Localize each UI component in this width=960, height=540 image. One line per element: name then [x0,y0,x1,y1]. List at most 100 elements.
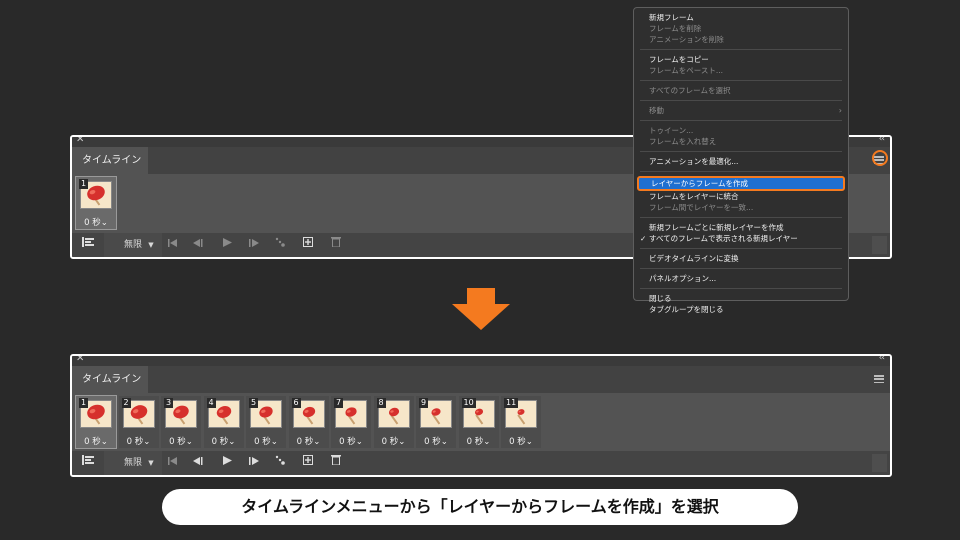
animation-frame[interactable]: 5 0 秒⌄ [246,396,286,448]
menu-item-new-frame[interactable]: 新規フレーム [634,12,848,23]
menu-item-delete-animation[interactable]: アニメーションを削除 [634,34,848,45]
frame-duration-label: 0 秒 [126,437,144,447]
close-icon[interactable]: ✕ [76,356,84,364]
menu-separator [640,49,842,50]
first-frame-icon[interactable] [165,451,181,475]
panel-menu-icon[interactable] [874,375,884,383]
frame-number: 10 [461,398,476,408]
play-icon[interactable] [219,451,235,475]
menu-item-match-layer-across-frames[interactable]: フレーム間でレイヤーを一致... [634,202,848,213]
timeline-panel-menu: 新規フレーム フレームを削除 アニメーションを削除 フレームをコピー フレームを… [633,7,849,314]
menu-item-paste-frame[interactable]: フレームをペースト... [634,65,848,76]
frame-duration[interactable]: 0 秒⌄ [76,216,116,228]
tab-row: タイムライン [72,366,890,393]
menu-item-close[interactable]: 閉じる [634,293,848,304]
prev-frame-icon[interactable] [190,451,206,475]
next-frame-icon[interactable] [246,451,262,475]
tween-icon[interactable] [272,233,288,257]
chevron-down-icon: ⌄ [270,437,278,447]
animation-frame[interactable]: 7 0 秒⌄ [331,396,371,448]
frame-duration[interactable]: 0 秒⌄ [459,435,499,447]
collapse-icon[interactable]: ‹‹ [879,356,885,363]
frame-duration[interactable]: 0 秒⌄ [246,435,286,447]
chevron-down-icon: ⌄ [313,437,321,447]
menu-item-new-layer-each-frame[interactable]: 新規フレームごとに新規レイヤーを作成 [634,222,848,233]
frame-duration[interactable]: 0 秒⌄ [416,435,456,447]
menu-item-delete-frame[interactable]: フレームを削除 [634,23,848,34]
animation-frame[interactable]: 2 0 秒⌄ [118,396,159,448]
animation-frame[interactable]: 8 0 秒⌄ [373,396,414,448]
duplicate-frame-icon[interactable] [300,451,316,475]
frame-number: 9 [419,398,429,408]
next-frame-icon[interactable] [246,233,262,257]
menu-item-move-label: 移動 [649,106,664,115]
chevron-down-icon: ⌄ [398,437,406,447]
frame-duration-label: 0 秒 [466,437,484,447]
trash-icon[interactable] [328,451,344,475]
frame-duration-label: 0 秒 [381,437,399,447]
trash-icon[interactable] [328,233,344,257]
animation-frame[interactable]: 11 0 秒⌄ [501,396,541,448]
frame-number: 6 [291,398,301,408]
menu-item-convert-to-video-timeline[interactable]: ビデオタイムラインに変換 [634,253,848,264]
arrow-down-icon [452,288,510,330]
caption: タイムラインメニューから「レイヤーからフレームを作成」を選択 [162,489,798,525]
animation-frame[interactable]: 3 0 秒⌄ [161,396,201,448]
tween-icon[interactable] [272,451,288,475]
frame-duration-label: 0 秒 [424,437,441,447]
frame-duration[interactable]: 0 秒⌄ [119,435,159,447]
menu-separator [640,268,842,269]
animation-frame[interactable]: 10 0 秒⌄ [458,396,499,448]
frame-duration-label: 0 秒 [169,437,186,447]
menu-item-make-frames-from-layers[interactable]: レイヤーからフレームを作成 [637,176,845,191]
timeline-toolbar: 無限 ▼ [72,451,890,475]
animation-frame[interactable]: 1 0 秒⌄ [75,176,117,230]
panel-menu-highlight-circle [872,150,888,166]
frame-strip: 10 秒⌄ 2 0 秒⌄ 3 0 秒⌄ 4 0 秒⌄ 5 0 秒⌄ 6 0 秒⌄ 7 0 秒⌄ 8 0 秒⌄… [72,393,890,452]
duplicate-frame-icon[interactable] [300,233,316,257]
chevron-down-icon: ⌄ [355,437,363,447]
play-icon[interactable] [219,233,235,257]
close-icon[interactable]: ✕ [76,137,84,145]
dropdown-caret-icon[interactable]: ▼ [146,451,156,475]
frame-duration[interactable]: 0 秒⌄ [76,435,116,447]
frame-duration[interactable]: 0 秒⌄ [331,435,371,447]
tab-timeline[interactable]: タイムライン [72,366,148,393]
convert-icon[interactable] [78,451,98,475]
frame-duration[interactable]: 0 秒⌄ [374,435,414,447]
menu-item-panel-options[interactable]: パネルオプション... [634,273,848,284]
frame-duration[interactable]: 0 秒⌄ [501,435,541,447]
prev-frame-icon[interactable] [190,233,206,257]
menu-item-flatten-frames-into-layers[interactable]: フレームをレイヤーに統合 [634,191,848,202]
tab-timeline[interactable]: タイムライン [72,147,148,174]
chevron-down-icon: ⌄ [228,437,236,447]
menu-item-tween[interactable]: トゥイーン... [634,125,848,136]
animation-frame[interactable]: 1 0 秒⌄ [75,395,117,449]
timeline-panel-after: ✕ ‹‹ タイムライン 10 秒⌄ 2 0 秒⌄ 3 0 秒⌄ 4 0 秒⌄ 5 0 秒⌄ 6 0 … [70,354,892,477]
collapse-icon[interactable]: ‹‹ [879,137,885,144]
first-frame-icon[interactable] [165,233,181,257]
convert-icon[interactable] [78,233,98,257]
menu-item-optimize-animation[interactable]: アニメーションを最適化... [634,156,848,167]
menu-item-close-tab-group[interactable]: タブグループを閉じる [634,304,848,315]
frame-duration-label: 0 秒 [296,437,314,447]
menu-separator [640,120,842,121]
animation-frame[interactable]: 6 0 秒⌄ [288,396,329,448]
menu-item-select-all-frames[interactable]: すべてのフレームを選択 [634,85,848,96]
menu-item-move[interactable]: 移動 › [634,105,848,116]
frame-duration-label: 0 秒 [509,437,526,447]
chevron-down-icon: ⌄ [143,437,151,447]
menu-item-copy-frame[interactable]: フレームをコピー [634,54,848,65]
menu-item-new-layers-visible-all-frames[interactable]: ✓ すべてのフレームで表示される新規レイヤー [634,233,848,244]
frame-number: 2 [121,398,131,408]
dropdown-caret-icon[interactable]: ▼ [146,233,156,257]
frame-duration[interactable]: 0 秒⌄ [289,435,329,447]
frame-duration[interactable]: 0 秒⌄ [161,435,201,447]
chevron-down-icon: ⌄ [100,437,108,447]
menu-item-reverse-frames[interactable]: フレームを入れ替え [634,136,848,147]
animation-frame[interactable]: 4 0 秒⌄ [203,396,244,448]
frame-duration[interactable]: 0 秒⌄ [204,435,244,447]
chevron-down-icon: ⌄ [483,437,491,447]
animation-frame[interactable]: 9 0 秒⌄ [416,396,456,448]
menu-separator [640,171,842,172]
